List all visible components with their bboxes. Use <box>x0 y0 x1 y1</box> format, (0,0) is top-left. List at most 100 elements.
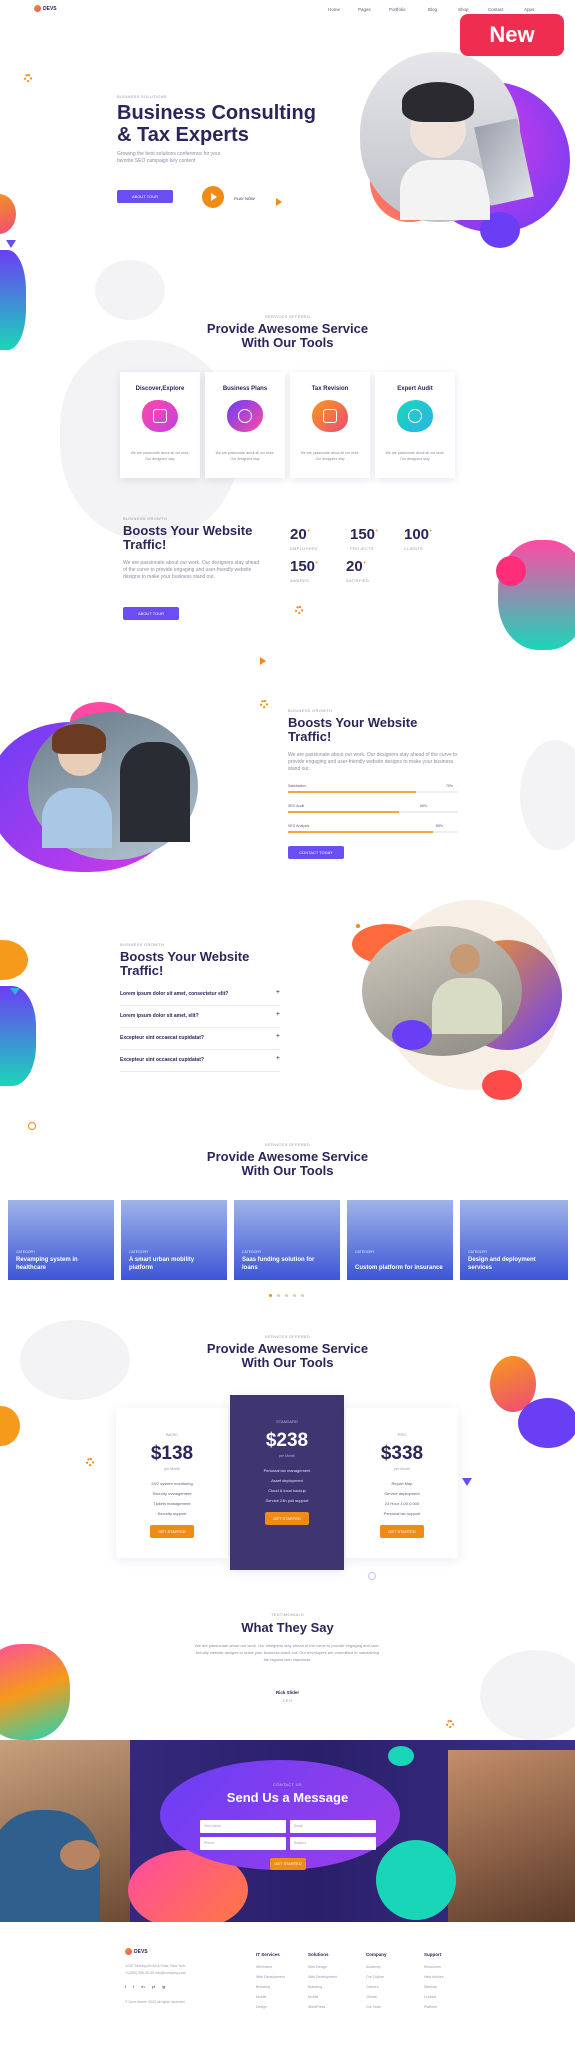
footer-link[interactable]: Our Team <box>366 2002 387 2012</box>
pricing-blob-left <box>0 1406 20 1446</box>
twitter-icon[interactable]: t <box>133 1984 134 1989</box>
services-tag: SERVICES OFFERED <box>264 314 311 319</box>
footer-link[interactable]: Our Culture <box>366 1972 387 1982</box>
footer-link[interactable]: Branding <box>256 1982 285 1992</box>
contact-blob-purple <box>160 1760 400 1870</box>
faq-blob-left <box>0 940 28 980</box>
pricing-title-line-2: With Our Tools <box>241 1355 334 1370</box>
footer-link[interactable]: Sitemap <box>424 1982 443 1992</box>
skills-image <box>0 702 212 872</box>
site-footer: DEVS 10/07 Stoking AK/ULA Suite, New Yor… <box>0 1922 575 2048</box>
project-card[interactable]: CATEGORY A smart urban mobility platform <box>121 1200 227 1280</box>
instagram-icon[interactable]: ig <box>162 1984 165 1989</box>
carousel-dot[interactable] <box>293 1294 296 1297</box>
carousel-dot[interactable] <box>277 1294 280 1297</box>
stat-label: AWARDS <box>290 578 310 583</box>
skills-title: Boosts Your Website Traffic! <box>288 716 417 744</box>
footer-link[interactable]: Academy <box>366 1962 387 1972</box>
plus-icon: + <box>275 989 280 996</box>
footer-address-line-1: 10/07 Stoking AK/ULA Suite, New York <box>125 1964 186 1968</box>
footer-link[interactable]: Design <box>256 2002 285 2012</box>
service-card-tax-revision[interactable]: Tax Revision We are passionate about all… <box>290 372 370 478</box>
facebook-icon[interactable]: f <box>125 1984 126 1989</box>
footer-link[interactable]: Mobile <box>256 1992 285 2002</box>
footer-link[interactable]: Help Articles <box>424 1972 443 1982</box>
footer-link[interactable]: Branding <box>308 1982 337 1992</box>
service-card-expert-audit[interactable]: Expert Audit We are passionate about all… <box>375 372 455 478</box>
faq-item[interactable]: Lorem ipsum dolor sit amet, consectetur … <box>120 984 280 1006</box>
contact-name-input[interactable]: Your name <box>200 1820 286 1833</box>
plan-feature: 24/7 system monitoring <box>151 1481 193 1486</box>
stats-title-line-1: Boosts Your Website <box>123 523 253 538</box>
footer-link[interactable]: Resources <box>424 1962 443 1972</box>
footer-link[interactable]: Platform <box>424 2002 443 2012</box>
skills-tag: BUSINESS GROWTH <box>288 708 333 713</box>
stat-sup: + <box>315 560 319 567</box>
faq-item[interactable]: Excepteur sint occaecat cupidatat? + <box>120 1050 280 1072</box>
stats-cta-button[interactable]: ABOUT TOUR <box>123 607 179 620</box>
bg-cloud-blob-2 <box>95 260 165 320</box>
skill-bar <box>288 791 458 793</box>
pricing-sun-icon <box>86 1458 94 1466</box>
plus-icon: + <box>275 1033 280 1040</box>
footer-link[interactable]: Mobile <box>308 1992 337 2002</box>
skills-cta-button[interactable]: CONTACT TODAY <box>288 846 344 859</box>
footer-link[interactable]: WordPress <box>308 2002 337 2012</box>
project-title: A smart urban mobility platform <box>129 1257 195 1271</box>
hero-subtitle: Growing the best solutions conference fo… <box>117 151 297 165</box>
contact-submit-button[interactable]: GET STARTED <box>270 1858 306 1870</box>
footer-col-company: Company Academy Our Culture Careers Clie… <box>366 1952 387 2012</box>
skill-bar <box>288 811 458 813</box>
testimonial-bg-blob-right <box>480 1650 575 1740</box>
hero-play-button[interactable] <box>202 186 224 208</box>
service-card-business-plans[interactable]: Business Plans We are passionate about a… <box>205 372 285 478</box>
footer-link[interactable]: Web Design <box>308 1962 337 1972</box>
youtube-icon[interactable]: yt <box>152 1984 155 1989</box>
footer-link[interactable]: Wireframe <box>256 1962 285 1972</box>
project-card[interactable]: CATEGORY Saas funding solution for loans <box>234 1200 340 1280</box>
nav-blog[interactable]: Blog <box>428 7 437 12</box>
nav-apps[interactable]: Apps <box>524 7 534 12</box>
plan-period: per Month <box>394 1467 410 1471</box>
stat-sup: + <box>375 528 379 535</box>
contact-email-input[interactable]: Email <box>290 1820 376 1833</box>
linkedin-icon[interactable]: in <box>142 1984 145 1989</box>
service-card-discover[interactable]: Discover,Explore We are passionate about… <box>120 372 200 478</box>
stat-value: 20 <box>290 526 307 543</box>
plan-cta-button[interactable]: GET STARTED <box>380 1525 424 1538</box>
nav-shop[interactable]: Shop <box>458 7 469 12</box>
carousel-dot[interactable] <box>301 1294 304 1297</box>
carousel-dot[interactable] <box>285 1294 288 1297</box>
faq-section: BUSINESS GROWTH Boosts Your Website Traf… <box>0 900 575 1130</box>
stats-title: Boosts Your Website Traffic! <box>123 524 252 552</box>
skill-bar-fill <box>288 791 416 793</box>
plan-cta-button[interactable]: GET STARTED <box>150 1525 194 1538</box>
faq-item[interactable]: Lorem ipsum dolor sit amet, elit? + <box>120 1006 280 1028</box>
contact-phone-input[interactable]: Phone <box>200 1837 286 1850</box>
contact-subject-input[interactable]: Subject <box>290 1837 376 1850</box>
nav-home[interactable]: Home <box>328 7 340 12</box>
nav-pages[interactable]: Pages <box>358 7 371 12</box>
project-card[interactable]: CATEGORY Design and deployment services <box>460 1200 568 1280</box>
projects-title: Provide Awesome Service With Our Tools <box>0 1150 575 1178</box>
project-category: CATEGORY <box>242 1250 262 1254</box>
hero-title-line-1: Business Consulting <box>117 102 316 124</box>
skill-pct: 85% <box>436 824 444 828</box>
footer-link[interactable]: Web Development <box>308 1972 337 1982</box>
stat-sup: + <box>362 560 367 567</box>
footer-link[interactable]: Clients <box>366 1992 387 2002</box>
nav-contact[interactable]: Contact <box>488 7 504 12</box>
footer-link[interactable]: Careers <box>366 1982 387 1992</box>
faq-item[interactable]: Excepteur sint occaecat cupidatat? + <box>120 1028 280 1050</box>
hero-play-label[interactable]: PLAY NOW <box>234 196 255 201</box>
project-card[interactable]: CATEGORY Revamping system in healthcare <box>8 1200 114 1280</box>
carousel-dot-active[interactable] <box>269 1294 272 1297</box>
hero-cta-button[interactable]: ABOUT TOUR <box>117 190 173 203</box>
logo[interactable]: DEVS <box>34 4 64 14</box>
footer-link[interactable]: Contact <box>424 1992 443 2002</box>
stat-value: 100 <box>404 526 430 543</box>
project-card[interactable]: CATEGORY Custom platform for insurance <box>347 1200 453 1280</box>
plan-cta-button[interactable]: GET STARTED <box>265 1512 309 1525</box>
footer-link[interactable]: Web Development <box>256 1972 285 1982</box>
nav-portfolio[interactable]: Portfolio <box>389 7 406 12</box>
